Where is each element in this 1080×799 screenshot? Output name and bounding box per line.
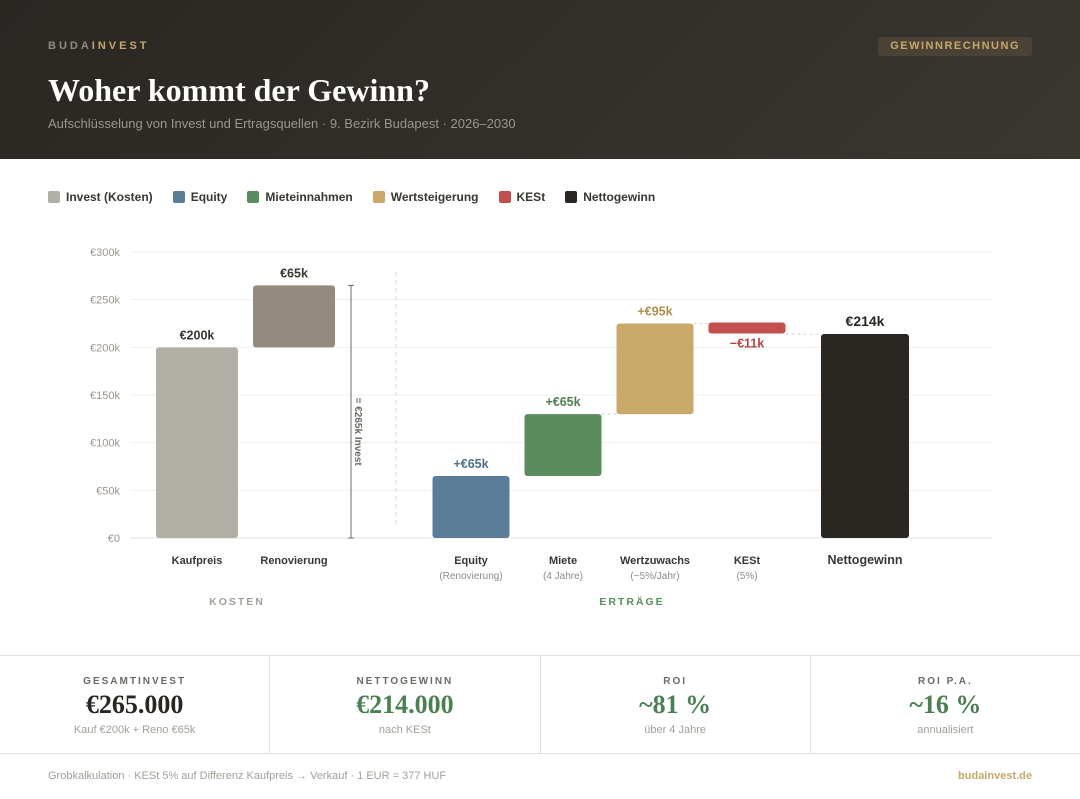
brand-part2: INVEST [91, 40, 150, 52]
y-tick-label: €150k [90, 390, 120, 402]
legend-swatch [48, 191, 60, 203]
y-tick-label: €50k [96, 485, 120, 497]
stat-value: ~81 % [639, 690, 712, 719]
legend-item-invest: Invest (Kosten) [48, 190, 153, 204]
brand-logo[interactable]: BUDAINVEST [48, 40, 150, 52]
bar-equity [432, 476, 510, 538]
brand-part1: BUDA [48, 40, 92, 52]
page-title: Woher kommt der Gewinn? [48, 72, 430, 108]
footer-link[interactable]: budainvest.de [958, 770, 1032, 782]
stat-label: NETTOGEWINN [356, 676, 454, 687]
data-label: +€65k [545, 395, 580, 409]
x-tick-sublabel: (5%) [736, 571, 757, 582]
x-tick-label: KESt [734, 555, 761, 567]
x-tick-label: Renovierung [260, 555, 327, 567]
legend-swatch [372, 191, 385, 203]
legend-swatch [247, 191, 260, 203]
bar-wertzuwachs [616, 323, 694, 415]
data-label: €65k [280, 266, 308, 280]
x-tick-sublabel: (~5%/Jahr) [630, 571, 679, 582]
waterfall-chart: €0 €50k €100k €150k €200k €250k €300k €200k Kauf… [90, 247, 992, 608]
x-tick-label: Wertzuwachs [620, 555, 690, 567]
legend-item-rent: Mieteinnahmen [247, 190, 353, 204]
x-tick-label: Miete [549, 555, 577, 567]
x-tick-sublabel: (4 Jahre) [543, 571, 583, 582]
stat-sub: Kauf €200k + Reno €65k [73, 724, 196, 736]
x-tick-label: Equity [454, 555, 488, 567]
legend-label: Wertsteigerung [390, 190, 479, 204]
stat-total-invest: GESAMTINVEST €265.000 Kauf €200k + Reno … [0, 656, 271, 753]
legend-swatch [172, 191, 185, 203]
y-tick-label: €200k [90, 342, 120, 354]
data-label: €214k [846, 313, 885, 329]
x-tick-label: Nettogewinn [828, 553, 903, 567]
stat-roi: ROI ~81 % über 4 Jahre [541, 656, 811, 753]
bar-renovierung [253, 285, 335, 348]
stat-sub: nach KESt [378, 724, 431, 736]
stat-label: ROI P.A. [918, 676, 973, 687]
legend-item-appreciation: Wertsteigerung [372, 190, 479, 204]
legend-label: Equity [190, 190, 228, 204]
legend-label: Invest (Kosten) [66, 190, 153, 204]
bar-nettogewinn [821, 333, 909, 538]
chart-legend: Invest (Kosten) Equity Mieteinnahmen Wer… [48, 190, 655, 204]
legend-swatch [498, 191, 511, 203]
data-label: −€11k [730, 337, 764, 351]
bar-miete [524, 414, 602, 477]
footer-note: Grobkalkulation · KESt 5% auf Differenz … [48, 770, 447, 782]
legend-label: Mieteinnahmen [265, 190, 353, 204]
header: BUDAINVEST GEWINNRECHNUNG Woher kommt de… [0, 0, 1080, 159]
stat-sub: über 4 Jahre [644, 724, 706, 736]
stats-bar: GESAMTINVEST €265.000 Kauf €200k + Reno … [0, 655, 1080, 754]
stat-label: GESAMTINVEST [83, 676, 187, 687]
legend-label: KESt [516, 190, 546, 204]
data-label: +€95k [637, 305, 672, 319]
data-label: +€65k [453, 457, 488, 471]
x-tick-label: Kaufpreis [172, 555, 223, 567]
group-label-costs: KOSTEN [209, 596, 265, 608]
y-tick-label: €300k [90, 247, 120, 259]
stat-label: ROI [663, 676, 688, 687]
section-badge: GEWINNRECHNUNG [878, 37, 1032, 56]
legend-label: Nettogewinn [583, 190, 656, 204]
x-tick-sublabel: (Renovierung) [439, 571, 502, 582]
legend-swatch [565, 191, 578, 203]
y-tick-label: €250k [90, 295, 120, 307]
y-tick-label: €0 [108, 533, 120, 545]
stat-value: €265.000 [85, 690, 184, 719]
invest-bracket-label: = €265k Invest [352, 398, 363, 467]
bar-kest [708, 322, 786, 334]
page-subtitle: Aufschlüsselung von Invest und Ertragsqu… [48, 116, 516, 131]
legend-item-equity: Equity [172, 190, 228, 204]
stat-value: ~16 % [909, 690, 982, 719]
stat-roi-annual: ROI P.A. ~16 % annualisiert [811, 656, 1080, 753]
data-label: €200k [180, 328, 215, 342]
stat-value: €214.000 [356, 690, 454, 719]
y-tick-label: €100k [90, 438, 120, 450]
stat-net-profit: NETTOGEWINN €214.000 nach KESt [270, 656, 541, 753]
stat-sub: annualisiert [917, 724, 974, 736]
group-label-returns: ERTRÄGE [599, 595, 664, 608]
bar-kaufpreis [156, 347, 238, 538]
legend-item-net-profit: Nettogewinn [565, 190, 655, 204]
legend-item-tax: KESt [498, 190, 546, 204]
